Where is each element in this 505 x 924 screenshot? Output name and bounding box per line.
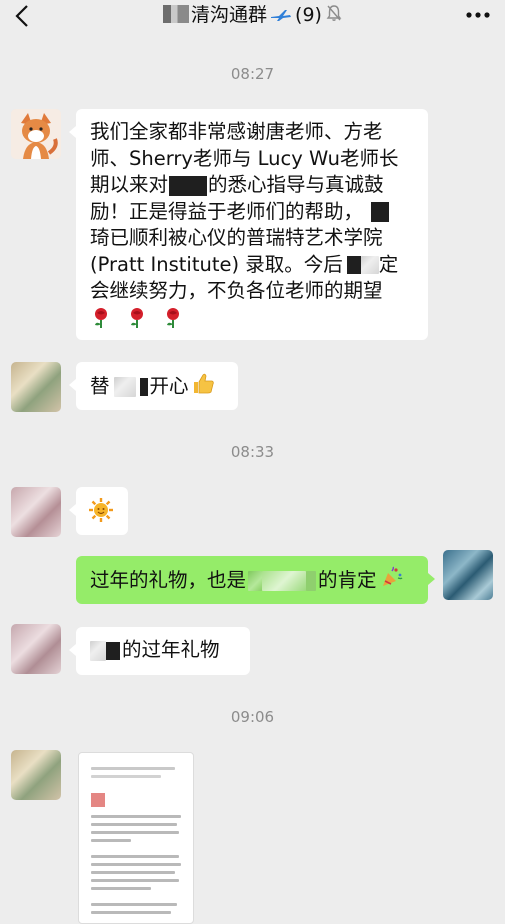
doc-text-line	[91, 823, 177, 826]
rose-icon	[126, 307, 148, 337]
timestamp: 08:33	[230, 443, 275, 461]
timestamp: 08:27	[230, 65, 275, 83]
message-text: 替	[90, 374, 110, 398]
redacted-block	[371, 202, 390, 222]
redacted-block	[248, 570, 263, 591]
doc-text-line	[91, 767, 175, 770]
timestamp: 09:06	[230, 708, 275, 726]
doc-text-line	[91, 855, 179, 858]
redacted-block	[113, 376, 136, 397]
message-bubble[interactable]: 替 开心	[69, 362, 238, 410]
message-text: 的悉心指导与真诚鼓	[208, 173, 384, 196]
message-text: 的肯定	[318, 568, 377, 592]
redacted-block	[90, 640, 106, 661]
avatar[interactable]	[11, 624, 61, 674]
my-avatar[interactable]	[443, 550, 493, 600]
screenshot-attachment[interactable]	[78, 752, 194, 924]
message-text: 定	[378, 252, 399, 276]
emoji-row	[90, 307, 414, 337]
doc-text-line	[91, 879, 179, 882]
doc-text-line	[91, 911, 171, 914]
doc-logo	[91, 793, 105, 807]
message-line: 师、Sherry老师与 Lucy Wu老师长	[90, 146, 399, 170]
message-text: 开心	[149, 374, 189, 398]
message-bubble-outgoing[interactable]: 过年的礼物，也是 的肯定	[76, 556, 435, 604]
chat-title[interactable]: 清沟通群 (9)	[0, 3, 505, 28]
fox-avatar-icon	[11, 109, 61, 159]
chat-header: 清沟通群 (9)	[0, 0, 505, 34]
message-bubble[interactable]: 我们全家都非常感谢唐老师、方老 师、Sherry老师与 Lucy Wu老师长 期…	[69, 109, 428, 340]
message-text: 励！正是得益于老师们的帮助，	[90, 199, 364, 223]
message-text: (Pratt Institute) 录取。今后	[90, 252, 343, 276]
message-line: 励！正是得益于老师们的帮助，	[90, 199, 414, 226]
doc-text-line	[91, 903, 177, 906]
doc-text-line	[91, 831, 179, 834]
more-button[interactable]	[465, 3, 491, 23]
redacted-block	[360, 256, 379, 274]
redacted-block	[262, 570, 307, 591]
message-line: (Pratt Institute) 录取。今后 定	[90, 252, 414, 279]
message-text: 过年的礼物，也是	[90, 568, 247, 592]
thumbs-up-icon	[191, 372, 215, 402]
message-line: 会继续努力，不负各位老师的期望	[90, 279, 383, 302]
message-line: 期以来对 的悉心指导与真诚鼓	[90, 172, 414, 199]
airplane-icon	[270, 4, 292, 28]
rose-icon	[162, 307, 184, 337]
redacted-block	[139, 377, 148, 396]
group-name: 清沟通群	[191, 4, 268, 26]
doc-text-line	[91, 887, 151, 890]
message-text: 期以来对	[90, 173, 169, 196]
redacted-block	[306, 570, 317, 591]
doc-text-line	[91, 839, 131, 842]
doc-text-line	[91, 863, 181, 866]
bell-muted-icon	[326, 4, 342, 28]
member-count: (9)	[295, 4, 322, 26]
more-dots-icon	[466, 12, 490, 18]
avatar[interactable]	[11, 109, 61, 159]
doc-text-line	[91, 815, 181, 818]
doc-text-line	[91, 775, 161, 778]
party-popper-icon	[381, 566, 403, 596]
rose-icon	[90, 307, 112, 337]
message-text: 的过年礼物	[122, 638, 220, 661]
redacted-block	[163, 5, 190, 23]
avatar[interactable]	[11, 362, 61, 412]
message-line: 我们全家都非常感谢唐老师、方老	[90, 120, 383, 143]
message-bubble[interactable]	[69, 487, 128, 535]
doc-text-line	[91, 871, 175, 874]
redacted-block	[346, 256, 361, 274]
message-bubble[interactable]: 的过年礼物	[69, 627, 250, 675]
avatar[interactable]	[11, 750, 61, 800]
message-line: 琦已顺利被心仪的普瑞特艺术学院	[90, 226, 383, 249]
sun-icon	[88, 497, 114, 531]
redacted-block	[169, 175, 208, 196]
redacted-block	[106, 641, 120, 660]
avatar[interactable]	[11, 487, 61, 537]
